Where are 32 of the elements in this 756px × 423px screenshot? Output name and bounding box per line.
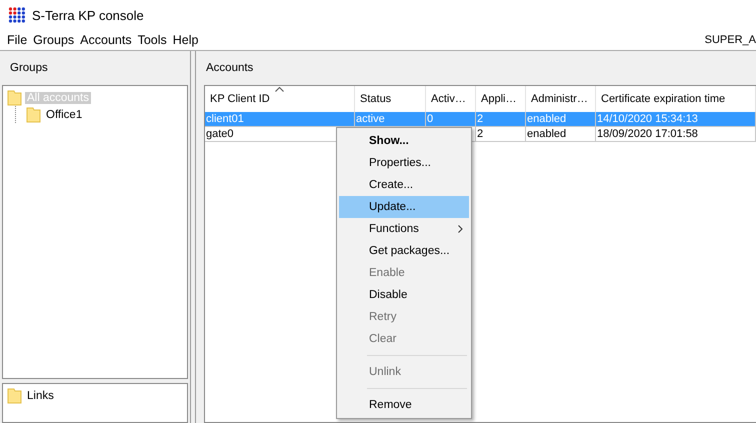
table-cell: 2 (476, 127, 526, 142)
user-name: SUPER_A (704, 34, 756, 46)
table-cell: 18/09/2020 17:01:58 (596, 127, 756, 142)
menu-item[interactable]: Functions (339, 218, 469, 240)
window-title: S-Terra KP console (32, 8, 144, 22)
menu-item[interactable]: Update... (339, 196, 469, 218)
table-cell: enabled (526, 112, 596, 127)
folder-icon (7, 90, 23, 106)
table-cell: 14/10/2020 15:34:13 (596, 112, 756, 127)
table-cell: client01 (205, 112, 355, 127)
folder-icon (26, 106, 42, 122)
folder-icon (7, 388, 23, 404)
tree-item[interactable]: Links (25, 390, 56, 402)
menu-item[interactable]: Groups (30, 33, 78, 47)
pane-title: Accounts (206, 62, 254, 74)
tree-item[interactable]: Office1 (44, 108, 84, 120)
table-cell: 0 (426, 112, 476, 127)
menu-item[interactable]: Get packages... (339, 240, 469, 262)
menu-item[interactable]: Create... (339, 174, 469, 196)
table-cell: 2 (476, 112, 526, 127)
table-cell: active (355, 112, 426, 127)
menu-item[interactable]: Help (170, 33, 202, 47)
menu-item[interactable]: Properties... (339, 152, 469, 174)
table-cell: enabled (526, 127, 596, 142)
app-logo-icon (8, 7, 26, 23)
menu-item[interactable]: File (4, 33, 30, 47)
pane-title: Groups (10, 62, 48, 74)
chevron-right-icon (458, 225, 463, 233)
menu-item[interactable]: Remove (339, 394, 469, 416)
menu-item[interactable]: Accounts (77, 33, 135, 47)
menu-item[interactable]: Disable (339, 284, 469, 306)
menu-item[interactable]: Tools (134, 33, 170, 47)
